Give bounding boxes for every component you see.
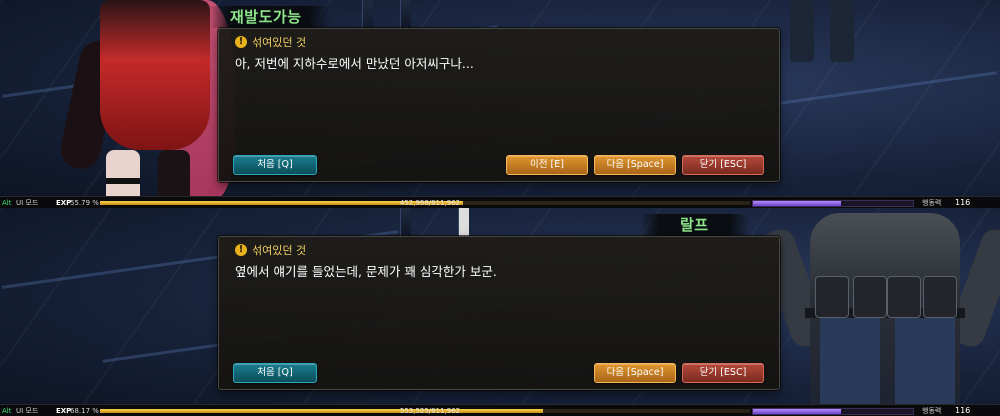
exclamation-icon: !	[235, 244, 247, 256]
next-button[interactable]: 다음 [Space]	[594, 363, 676, 383]
quest-title: 섞여있던 것	[252, 244, 307, 257]
dialogue-screen-top: 재발도가능 ! 섞여있던 것 아, 저번에 지하수로에서 만났던 아저씨구나..…	[0, 0, 1000, 208]
npc-portrait-red-dress	[56, 0, 240, 208]
first-button[interactable]: 처음 [Q]	[233, 363, 317, 383]
action-points-label: 행동력	[922, 407, 942, 415]
ui-mode-toggle[interactable]: UI 모드	[16, 198, 38, 208]
background-pillar	[400, 208, 411, 238]
npc-portrait-armored	[755, 208, 1000, 416]
quest-header: ! 섞여있던 것	[235, 242, 306, 258]
action-points-fill	[753, 409, 841, 414]
dialogue-box: ! 섞여있던 것 아, 저번에 지하수로에서 만났던 아저씨구나... 처음 […	[218, 28, 780, 182]
close-button[interactable]: 닫기 [ESC]	[682, 363, 764, 383]
exp-percent: 55.79 %	[70, 199, 99, 207]
close-button[interactable]: 닫기 [ESC]	[682, 155, 764, 175]
dialogue-box: ! 섞여있던 것 옆에서 얘기를 들었는데, 문제가 꽤 심각한가 보군. 처음…	[218, 236, 780, 390]
dialogue-screen-bottom: 랄프 ! 섞여있던 것 옆에서 얘기를 들었는데, 문제가 꽤 심각한가 보군.…	[0, 208, 1000, 416]
first-button[interactable]: 처음 [Q]	[233, 155, 317, 175]
quest-title: 섞여있던 것	[252, 36, 307, 49]
action-points-bar	[752, 200, 914, 207]
background-pillar	[458, 208, 469, 236]
status-bar: Alt UI 모드 EXP 55.79 % 452,998/811,962 행동…	[0, 196, 1000, 208]
exp-value: 553,525/811,962	[399, 407, 461, 415]
status-bar: Alt UI 모드 EXP 68.17 % 553,525/811,962 행동…	[0, 404, 1000, 416]
previous-button[interactable]: 이전 [E]	[506, 155, 588, 175]
action-points-label: 행동력	[922, 199, 942, 207]
quest-header: ! 섞여있던 것	[235, 34, 306, 50]
alt-indicator: Alt	[2, 199, 12, 207]
ui-mode-toggle[interactable]: UI 모드	[16, 406, 38, 416]
dialogue-text: 옆에서 얘기를 들었는데, 문제가 꽤 심각한가 보군.	[235, 264, 497, 279]
action-points-fill	[753, 201, 841, 206]
next-button[interactable]: 다음 [Space]	[594, 155, 676, 175]
exp-value: 452,998/811,962	[399, 199, 461, 207]
background-pillar	[400, 0, 411, 30]
exclamation-icon: !	[235, 36, 247, 48]
exp-percent: 68.17 %	[70, 407, 99, 415]
background-character-legs	[780, 0, 880, 70]
dialogue-text: 아, 저번에 지하수로에서 만났던 아저씨구나...	[235, 56, 474, 71]
speaker-name: 재발도가능	[210, 6, 330, 28]
action-points-value: 116	[955, 406, 971, 415]
action-points-value: 116	[955, 198, 971, 207]
action-points-bar	[752, 408, 914, 415]
speaker-name: 랄프	[640, 214, 749, 236]
alt-indicator: Alt	[2, 407, 12, 415]
